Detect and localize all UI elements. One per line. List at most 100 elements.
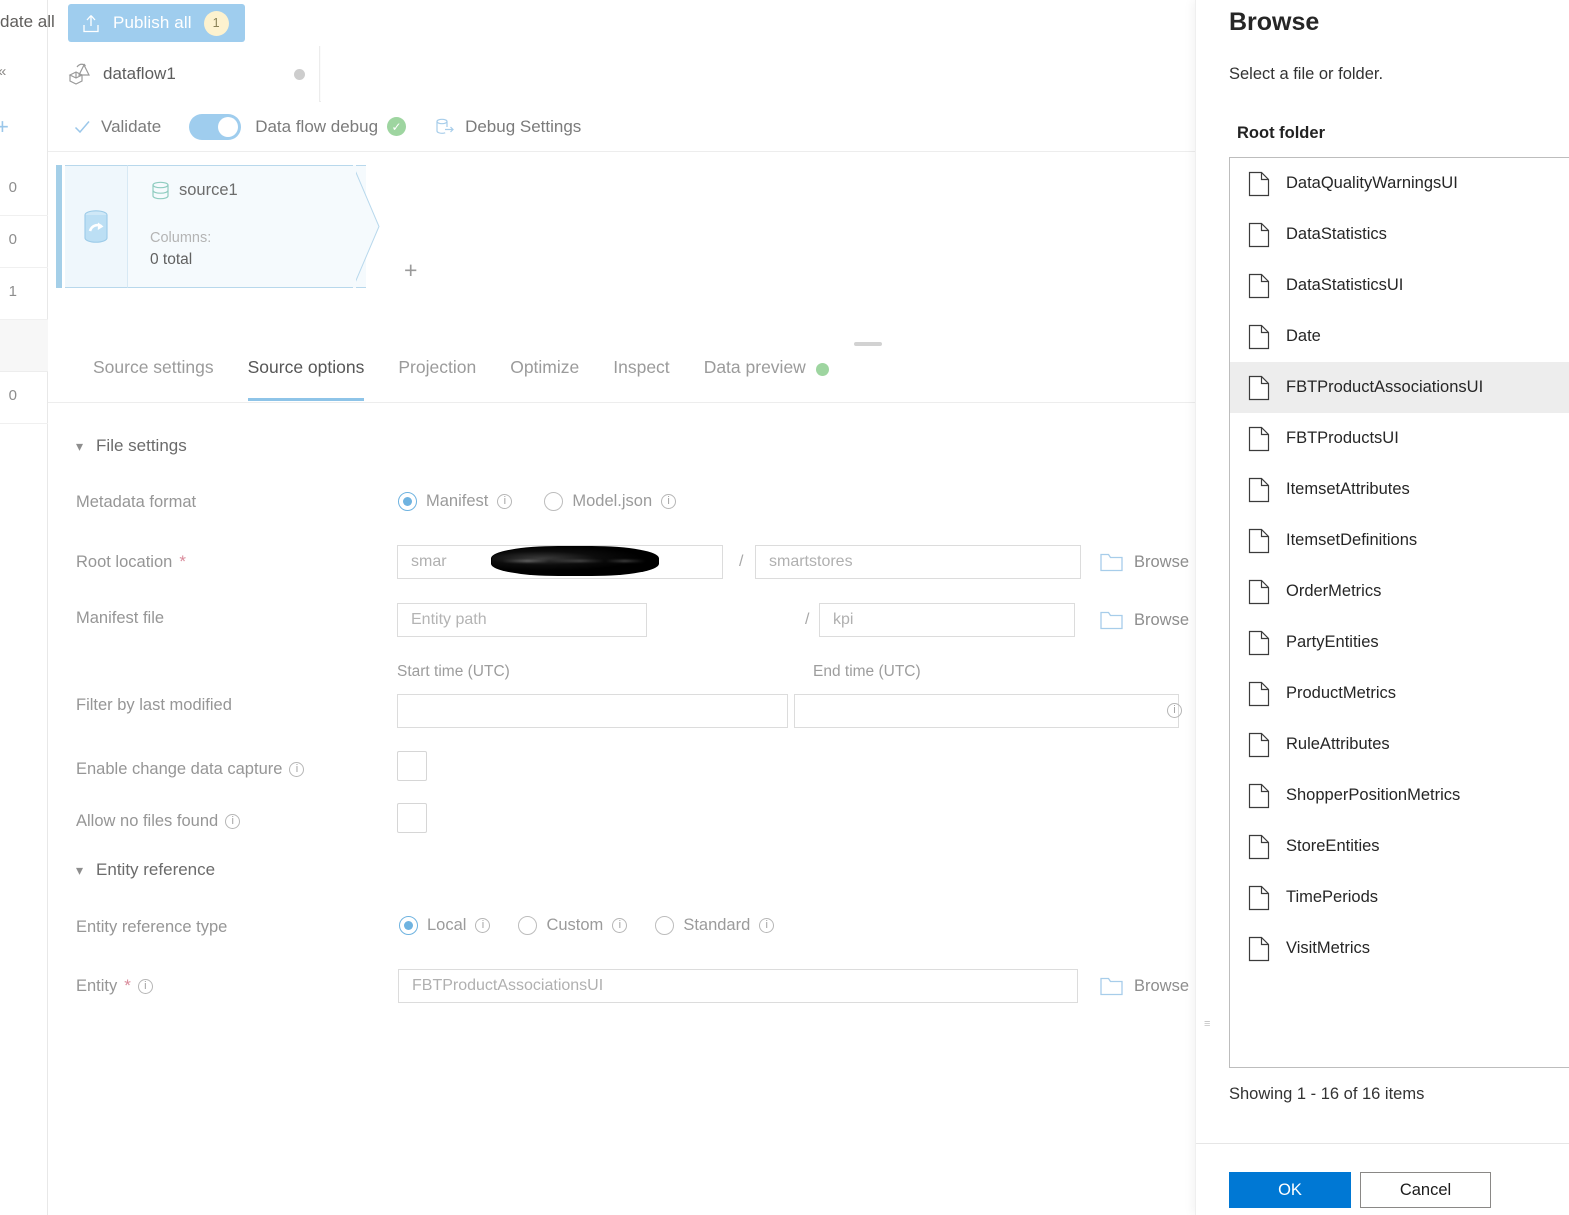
browse-list-item[interactable]: DataQualityWarningsUI [1230, 158, 1569, 209]
info-icon[interactable]: i [612, 918, 628, 933]
radio-standard[interactable]: Standard i [655, 916, 775, 935]
entity-input[interactable]: FBTProductAssociationsUI [398, 969, 1078, 1003]
browse-list-item[interactable]: VisitMetrics [1230, 923, 1569, 974]
tab-optimize[interactable]: Optimize [493, 355, 596, 401]
browse-list-item[interactable]: TimePeriods [1230, 872, 1569, 923]
graph-node-source1[interactable]: source1 Columns: 0 total + [56, 165, 417, 288]
browse-list-item-label: ShopperPositionMetrics [1286, 786, 1461, 804]
browse-list-item[interactable]: OrderMetrics [1230, 566, 1569, 617]
browse-list-item[interactable]: DataStatistics [1230, 209, 1569, 260]
browse-list-item[interactable]: ShopperPositionMetrics [1230, 770, 1569, 821]
info-icon[interactable]: i [225, 814, 241, 829]
rail-row-2[interactable]: 0 [0, 216, 48, 268]
validate-button[interactable]: Validate [72, 117, 161, 137]
file-document-icon [1248, 528, 1270, 554]
info-icon[interactable]: i [289, 762, 305, 777]
file-document-icon [1248, 630, 1270, 656]
browse-list-item[interactable]: FBTProductAssociationsUI [1230, 362, 1569, 413]
browse-list-item-label: PartyEntities [1286, 633, 1379, 651]
browse-list-item-label: TimePeriods [1286, 888, 1378, 906]
editor-tab-dataflow1[interactable]: dataflow1 [48, 46, 320, 102]
info-icon[interactable]: i [497, 494, 513, 509]
data-flow-debug-label: Data flow debug [255, 116, 379, 136]
cancel-button[interactable]: Cancel [1360, 1172, 1491, 1208]
entity-reference-type-radio-group[interactable]: Local i Custom i Standard i [399, 916, 775, 935]
debug-settings-icon [434, 116, 456, 138]
collapse-panel-icon[interactable]: « [0, 62, 16, 82]
browse-list-item[interactable]: ItemsetAttributes [1230, 464, 1569, 515]
rail-row-count: 0 [8, 179, 17, 196]
validate-all-label[interactable]: date all [0, 12, 64, 32]
browse-list-item[interactable]: RuleAttributes [1230, 719, 1569, 770]
entity-reference-section-header[interactable]: ▾ Entity reference [76, 860, 215, 880]
metadata-format-label-text: Metadata format [76, 493, 197, 511]
filter-end-time-input[interactable] [794, 694, 1179, 728]
browse-list-item[interactable]: PartyEntities [1230, 617, 1569, 668]
filter-by-last-modified-label: Filter by last modified [76, 696, 232, 715]
tab-label: Source options [247, 357, 365, 377]
root-location-folder-value: smartstores [769, 553, 853, 570]
browse-file-list[interactable]: DataQualityWarningsUI DataStatistics DataS… [1229, 157, 1569, 1068]
publish-all-button[interactable]: Publish all 1 [68, 4, 245, 42]
root-location-label: Root location * [76, 552, 186, 572]
browse-list-item[interactable]: ItemsetDefinitions [1230, 515, 1569, 566]
tab-source-options[interactable]: Source options [231, 355, 382, 401]
root-location-separator: / [739, 553, 744, 570]
debug-settings-button[interactable]: Debug Settings [434, 116, 581, 138]
info-icon[interactable]: i [137, 978, 153, 994]
radio-local[interactable]: Local i [399, 916, 491, 935]
filter-start-time-input[interactable] [397, 694, 788, 728]
radio-custom[interactable]: Custom i [518, 916, 628, 935]
browse-list-item[interactable]: Date [1230, 311, 1569, 362]
rail-row-5[interactable]: 0 [0, 372, 48, 424]
info-icon[interactable]: i [1167, 703, 1182, 718]
database-source-icon [150, 180, 171, 201]
root-location-folder-input[interactable]: smartstores [755, 545, 1081, 579]
allow-no-files-label: Allow no files found i [76, 812, 241, 831]
tab-source-settings[interactable]: Source settings [76, 355, 231, 401]
manifest-file-value: kpi [833, 611, 854, 628]
splitter-grip[interactable] [854, 342, 882, 346]
radio-dot [544, 492, 564, 511]
info-icon[interactable]: i [759, 918, 775, 933]
data-flow-debug-toggle-group[interactable]: Data flow debug ✓ [189, 113, 407, 140]
info-icon[interactable]: i [661, 494, 677, 509]
metadata-format-radio-group[interactable]: Manifest i Model.json i [398, 492, 677, 511]
tab-inspect[interactable]: Inspect [596, 355, 686, 401]
end-time-label: End time (UTC) [813, 663, 921, 680]
root-location-browse-button[interactable]: Browse [1100, 553, 1189, 572]
ok-button[interactable]: OK [1229, 1172, 1351, 1208]
tab-projection[interactable]: Projection [381, 355, 493, 401]
rail-row-4-selected[interactable] [0, 320, 48, 372]
add-next-transformation-icon[interactable]: + [404, 257, 417, 284]
radio-model-json[interactable]: Model.json i [544, 492, 677, 511]
entity-browse-button[interactable]: Browse [1100, 977, 1189, 996]
manifest-file-browse-button[interactable]: Browse [1100, 611, 1189, 630]
info-icon[interactable]: i [475, 918, 491, 933]
folder-icon [1100, 611, 1123, 630]
radio-manifest[interactable]: Manifest i [398, 492, 513, 511]
manifest-entity-path-input[interactable]: Entity path [397, 603, 647, 637]
file-document-icon [1248, 171, 1270, 197]
source-stream-icon [65, 165, 127, 288]
browse-list-item[interactable]: DataStatisticsUI [1230, 260, 1569, 311]
allow-no-files-checkbox[interactable] [397, 803, 427, 833]
enable-cdc-checkbox[interactable] [397, 751, 427, 781]
file-document-icon [1248, 273, 1270, 299]
data-flow-debug-toggle[interactable] [189, 113, 242, 140]
enable-cdc-label: Enable change data capture i [76, 760, 305, 779]
browse-list-item[interactable]: FBTProductsUI [1230, 413, 1569, 464]
browse-list-item[interactable]: ProductMetrics [1230, 668, 1569, 719]
manifest-file-name-input[interactable]: kpi [819, 603, 1075, 637]
tab-data-preview[interactable]: Data preview [687, 355, 846, 401]
browse-list-item-label: FBTProductAssociationsUI [1286, 378, 1484, 396]
rail-row-3[interactable]: 1 [0, 268, 48, 320]
app-root: « + 0 0 1 0 date all [0, 0, 1569, 1215]
panel-scroll-indicator[interactable]: ≡ [1204, 1019, 1213, 1036]
browse-list-item-label: DataQualityWarningsUI [1286, 174, 1458, 192]
file-settings-section-header[interactable]: ▾ File settings [76, 436, 187, 456]
rail-row-1[interactable]: 0 [0, 164, 48, 216]
add-resource-icon[interactable]: + [0, 116, 18, 138]
rail-row-count: 1 [8, 283, 17, 300]
browse-list-item[interactable]: StoreEntities [1230, 821, 1569, 872]
